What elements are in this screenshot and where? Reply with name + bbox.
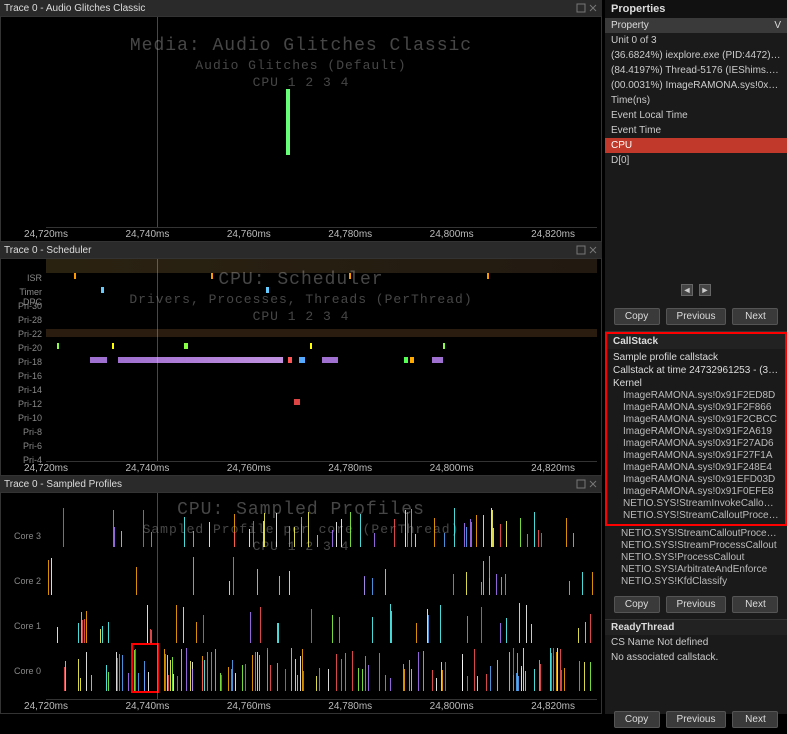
panel-close-icon[interactable]	[588, 245, 598, 255]
callstack-frame[interactable]: ImageRAMONA.sys!0x91F2A619	[607, 426, 785, 438]
sampled-profiles-graph[interactable]: CPU: Sampled Profiles Sampled Profile pe…	[0, 492, 602, 714]
audio-glitch-bar	[286, 89, 290, 155]
callstack-frame[interactable]: NETIO.SYS!KfdClassify	[605, 576, 787, 588]
callstack-frame[interactable]: ImageRAMONA.sys!0x91F2F866	[607, 402, 785, 414]
callstack-frame[interactable]: ImageRAMONA.sys!0x91F2CBCC	[607, 414, 785, 426]
property-row[interactable]: (00.0031%) ImageRAMONA.sys!0x91F2ED8D	[605, 78, 787, 93]
sched-row-labels: ISRTimer DPC Pri-30Pri-28 Pri-22Pri-20 P…	[1, 273, 45, 469]
callstack-frame[interactable]: ImageRAMONA.sys!0x91EFD03D	[607, 474, 785, 486]
properties-rows: Unit 0 of 3(36.6824%) iexplore.exe (PID:…	[605, 33, 787, 168]
callstack-frame[interactable]: ImageRAMONA.sys!0x91F248E4	[607, 462, 785, 474]
col-property: Property	[611, 20, 774, 31]
callstack-highlight-box: CallStack Sample profile callstack Calls…	[605, 332, 787, 526]
property-row[interactable]: Unit 0 of 3	[605, 33, 787, 48]
nav-left-button[interactable]: ◄	[681, 284, 693, 296]
properties-header: Properties	[605, 0, 787, 18]
audio-overlay: Media: Audio Glitches Classic Audio Glit…	[1, 35, 601, 92]
right-pane: Properties Property V Unit 0 of 3(36.682…	[605, 0, 787, 714]
left-pane: Trace 0 - Audio Glitches Classic Media: …	[0, 0, 602, 714]
readythread-line1: CS Name Not defined	[605, 635, 787, 650]
readythread-header: ReadyThread	[605, 620, 787, 635]
next-button[interactable]: Next	[732, 596, 778, 613]
callstack-subtitle: Sample profile callstack	[607, 351, 785, 364]
readythread-line2: No associated callstack.	[605, 650, 787, 665]
property-row[interactable]: D[0]	[605, 153, 787, 168]
sched-tracks	[46, 273, 597, 461]
panel-samp-title: Trace 0 - Sampled Profiles	[4, 479, 122, 490]
time-axis-1: 24,720ms24,740ms24,760ms 24,780ms24,800m…	[46, 227, 597, 241]
property-row[interactable]: CPU	[605, 138, 787, 153]
readythread-buttons: Copy Previous Next	[605, 705, 787, 734]
panel-toggle-icon[interactable]	[576, 479, 586, 489]
panel-audio-title-bar[interactable]: Trace 0 - Audio Glitches Classic	[0, 0, 602, 16]
nav-right-button[interactable]: ►	[699, 284, 711, 296]
callstack-frame[interactable]: ImageRAMONA.sys!0x91F27F1A	[607, 450, 785, 462]
callstack-time: Callstack at time 24732961253 - (36.6824…	[607, 364, 785, 377]
callstack-frame[interactable]: ImageRAMONA.sys!0x91F0EFE8	[607, 486, 785, 498]
callstack-frame[interactable]: ImageRAMONA.sys!0x91F2ED8D	[607, 390, 785, 402]
playhead[interactable]	[157, 493, 158, 699]
panel-toggle-icon[interactable]	[576, 3, 586, 13]
scheduler-graph[interactable]: CPU: Scheduler Drivers, Processes, Threa…	[0, 258, 602, 476]
previous-button[interactable]: Previous	[666, 596, 727, 613]
panel-close-icon[interactable]	[588, 479, 598, 489]
properties-col-header: Property V	[605, 18, 787, 33]
panel-sched-title: Trace 0 - Scheduler	[4, 245, 91, 256]
callstack-frame[interactable]: NETIO.SYS!StreamProcessCallout	[605, 540, 787, 552]
playhead[interactable]	[157, 259, 158, 461]
properties-buttons: Copy Previous Next	[605, 302, 787, 331]
callstack-frame[interactable]: ImageRAMONA.sys!0x91F27AD6	[607, 438, 785, 450]
sample-lines	[46, 503, 597, 699]
property-row[interactable]: (36.6824%) iexplore.exe (PID:4472) - 352…	[605, 48, 787, 63]
callstack-header: CallStack	[607, 334, 785, 349]
copy-button[interactable]: Copy	[614, 308, 660, 325]
callstack-frame[interactable]: NETIO.SYS!ProcessCallout	[605, 552, 787, 564]
callstack-buttons: Copy Previous Next	[605, 590, 787, 619]
callstack-frame[interactable]: NETIO.SYS!ArbitrateAndEnforce	[605, 564, 787, 576]
callstack-section: CallStack Sample profile callstack Calls…	[605, 331, 787, 619]
property-row[interactable]: (84.4197%) Thread-5176 (IEShims.dll!0x72…	[605, 63, 787, 78]
panel-sched-title-bar[interactable]: Trace 0 - Scheduler	[0, 242, 602, 258]
copy-button[interactable]: Copy	[614, 596, 660, 613]
next-button[interactable]: Next	[732, 308, 778, 325]
panel-samp-title-bar[interactable]: Trace 0 - Sampled Profiles	[0, 476, 602, 492]
time-axis-2: 24,720ms24,740ms24,760ms 24,780ms24,800m…	[46, 461, 597, 475]
time-axis-3: 24,720ms24,740ms24,760ms 24,780ms24,800m…	[46, 699, 597, 713]
col-value: V	[774, 20, 781, 31]
core-labels: Core 3 Core 2 Core 1 Core 0	[1, 513, 45, 693]
panel-audio-title: Trace 0 - Audio Glitches Classic	[4, 3, 145, 14]
callstack-frame[interactable]: NETIO.SYS!StreamInvokeCalloutAndNormaliz…	[607, 498, 785, 510]
playhead[interactable]	[157, 17, 158, 227]
callstack-kernel-label: Kernel	[607, 377, 785, 390]
property-row[interactable]: Event Time	[605, 123, 787, 138]
callstack-frame[interactable]: NETIO.SYS!StreamCalloutProcessingLoop	[605, 528, 787, 540]
readythread-section: ReadyThread CS Name Not defined No assoc…	[605, 619, 787, 734]
callstack-frame[interactable]: NETIO.SYS!StreamCalloutProcessData	[607, 510, 785, 522]
previous-button[interactable]: Previous	[666, 308, 727, 325]
property-row[interactable]: Time(ns)	[605, 93, 787, 108]
panel-close-icon[interactable]	[588, 3, 598, 13]
property-row[interactable]: Event Local Time	[605, 108, 787, 123]
highlight-box	[131, 643, 159, 693]
panel-toggle-icon[interactable]	[576, 245, 586, 255]
audio-glitches-graph[interactable]: Media: Audio Glitches Classic Audio Glit…	[0, 16, 602, 242]
